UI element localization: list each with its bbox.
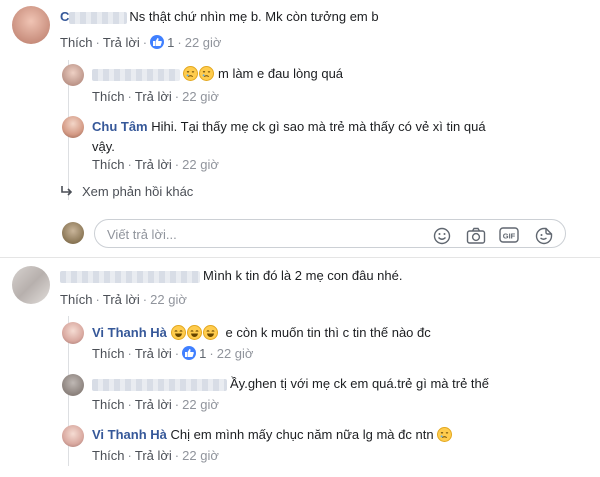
timestamp[interactable]: 22 giờ <box>182 448 219 463</box>
timestamp[interactable]: 22 giờ <box>182 397 219 412</box>
author-initial[interactable]: C <box>60 9 69 24</box>
sad-emoji-icon <box>183 66 198 81</box>
avatar[interactable] <box>62 322 84 344</box>
reply-link[interactable]: Trả lời <box>135 397 172 412</box>
reply-text: m làm e đau lòng quá <box>218 66 344 81</box>
reply-body: Vi Thanh Hà Chị em mình mấy chục năm nữa… <box>92 427 453 442</box>
svg-text:GIF: GIF <box>503 232 516 241</box>
like-count[interactable]: 1 <box>167 35 174 50</box>
comment-text: Ns thật chứ nhìn mẹ b. Mk còn tưởng em b <box>129 9 379 24</box>
reply-body: Ầy.ghen tị với mẹ ck em quá.trẻ gì mà tr… <box>92 376 489 391</box>
avatar[interactable] <box>12 266 50 304</box>
reply-actions: Thích · Trả lời · 22 giờ <box>92 448 219 463</box>
reply-text-continued: vậy. <box>92 139 115 154</box>
camera-icon[interactable] <box>466 227 486 248</box>
comment-1-body: C Ns thật chứ nhìn mẹ b. Mk còn tưởng em … <box>60 9 590 24</box>
reply-text: Hihi. Tại thấy mẹ ck gì sao mà trẻ mà th… <box>151 119 486 134</box>
like-link[interactable]: Thích <box>92 346 125 361</box>
avatar[interactable] <box>62 64 84 86</box>
like-count[interactable]: 1 <box>199 346 206 361</box>
timestamp[interactable]: 22 giờ <box>217 346 254 361</box>
reply-input[interactable]: Viết trả lời... GIF <box>94 219 566 248</box>
like-link[interactable]: Thích <box>60 35 93 50</box>
reply-link[interactable]: Trả lời <box>135 448 172 463</box>
reply-link[interactable]: Trả lời <box>135 346 172 361</box>
comment-2-body: Mình k tin đó là 2 mẹ con đâu nhé. <box>60 268 402 283</box>
author-name[interactable]: Vi Thanh Hà <box>92 325 167 340</box>
reply-text: Chị em mình mấy chục năm nữa lg mà đc nt… <box>170 427 434 442</box>
timestamp[interactable]: 22 giờ <box>182 157 219 172</box>
comment-actions: Thích · Trả lời · 22 giờ <box>60 292 187 307</box>
reply-input-placeholder: Viết trả lời... <box>107 227 177 242</box>
reply-actions: Thích · Trả lời · 22 giờ <box>92 157 219 172</box>
avatar[interactable] <box>62 222 84 244</box>
blurred-author-name <box>92 378 227 391</box>
timestamp[interactable]: 22 giờ <box>182 89 219 104</box>
comment-text: Mình k tin đó là 2 mẹ con đâu nhé. <box>203 268 403 283</box>
reply-actions: Thích · Trả lời · 22 giờ <box>92 397 219 412</box>
blurred-author-name <box>60 270 200 283</box>
sticker-icon[interactable] <box>535 227 553 248</box>
like-icon[interactable] <box>150 35 165 49</box>
avatar[interactable] <box>62 116 84 138</box>
blurred-author-name <box>92 68 180 81</box>
author-name[interactable]: Chu Tâm <box>92 119 148 134</box>
smiley-icon[interactable] <box>433 227 451 248</box>
avatar[interactable] <box>62 374 84 396</box>
avatar[interactable] <box>62 425 84 447</box>
reply-body: m làm e đau lòng quá <box>92 66 343 81</box>
sad-emoji-icon <box>437 427 453 442</box>
timestamp[interactable]: 22 giờ <box>150 292 187 307</box>
reply-text: Ầy.ghen tị với mẹ ck em quá.trẻ gì mà tr… <box>230 376 490 391</box>
timestamp[interactable]: 22 giờ <box>185 35 222 50</box>
gif-icon[interactable]: GIF <box>499 226 519 247</box>
reply-text: e còn k muốn tin thì c tin thế nào đc <box>225 325 431 340</box>
blurred-author-name <box>69 11 128 24</box>
reply-link[interactable]: Trả lời <box>103 35 140 50</box>
laughing-emoji-icon <box>186 325 202 340</box>
reply-actions: Thích · Trả lời · 22 giờ <box>92 89 219 104</box>
like-link[interactable]: Thích <box>92 397 125 412</box>
like-link[interactable]: Thích <box>60 292 93 307</box>
laughing-emoji-icon <box>202 325 218 340</box>
reply-body: Chu Tâm Hihi. Tại thấy mẹ ck gì sao mà t… <box>92 117 486 157</box>
more-replies-link[interactable]: Xem phản hồi khác <box>60 184 193 199</box>
reply-link[interactable]: Trả lời <box>103 292 140 307</box>
reply-link[interactable]: Trả lời <box>135 157 172 172</box>
reply-actions: Thích · Trả lời · 1 · 22 giờ <box>92 346 254 361</box>
like-link[interactable]: Thích <box>92 157 125 172</box>
author-name[interactable]: Vi Thanh Hà <box>92 427 167 442</box>
reply-body: Vi Thanh Hà e còn k muốn tin thì c tin t… <box>92 325 431 340</box>
reply-arrow-icon <box>60 185 74 197</box>
reply-link[interactable]: Trả lời <box>135 89 172 104</box>
avatar[interactable] <box>12 6 50 44</box>
like-icon[interactable] <box>182 346 197 360</box>
more-replies-label[interactable]: Xem phản hồi khác <box>82 184 193 199</box>
comment-actions: Thích · Trả lời · 1 · 22 giờ <box>60 35 222 50</box>
like-link[interactable]: Thích <box>92 89 125 104</box>
laughing-emoji-icon <box>170 325 186 340</box>
like-link[interactable]: Thích <box>92 448 125 463</box>
sad-emoji-icon <box>199 66 214 81</box>
comment-divider <box>0 257 600 258</box>
